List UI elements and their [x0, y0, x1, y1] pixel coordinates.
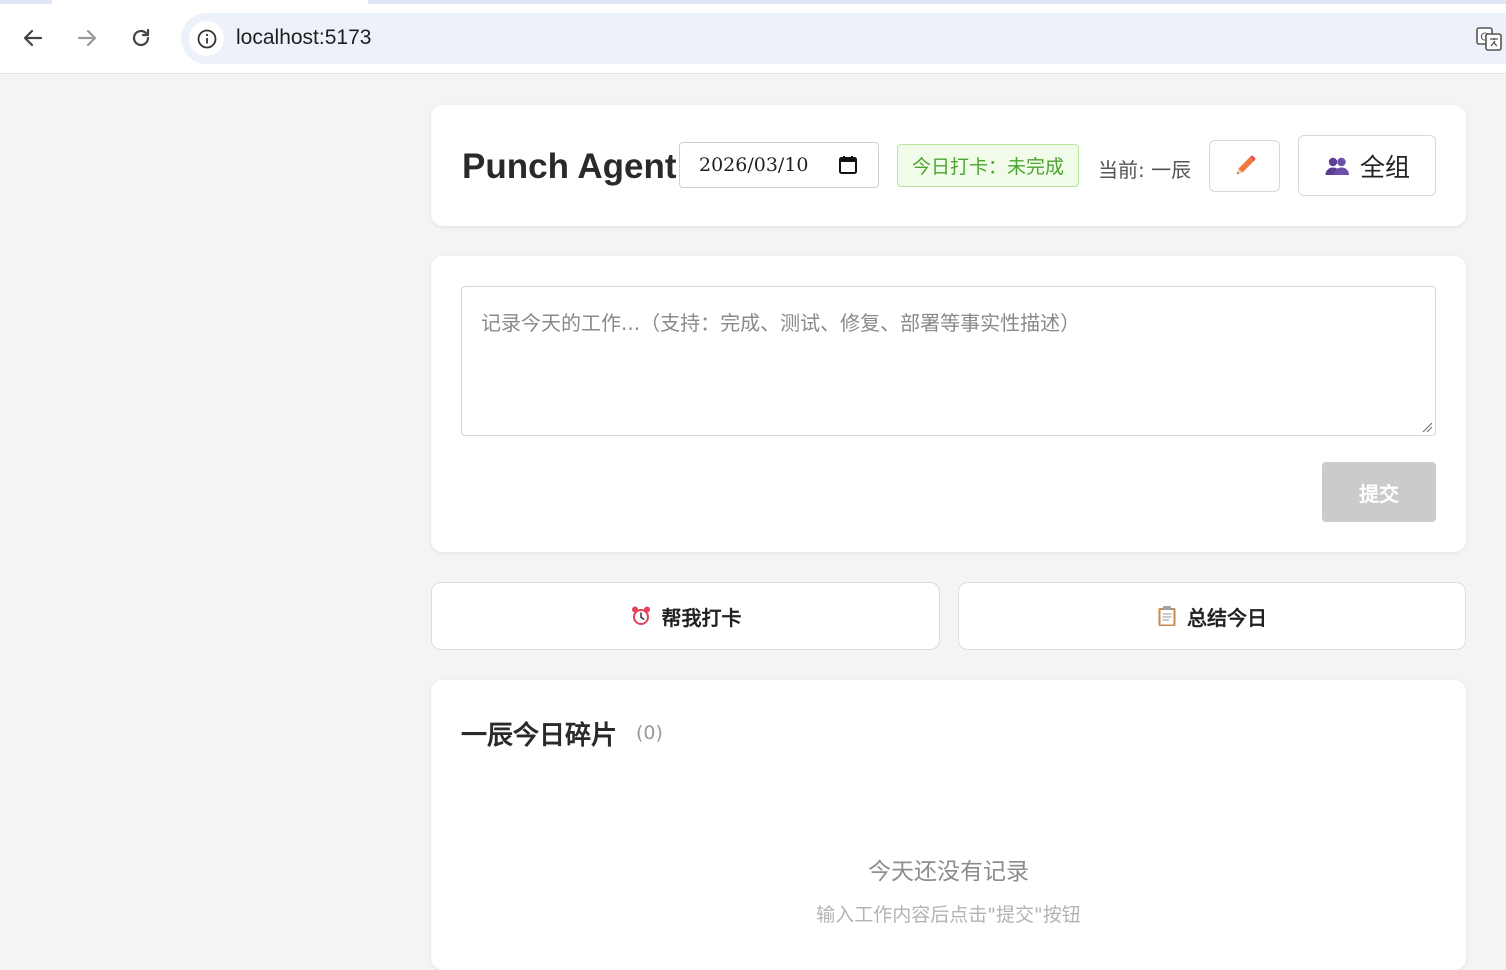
summarize-today-button[interactable]: 总结今日	[958, 582, 1466, 650]
calendar-icon[interactable]	[838, 155, 858, 175]
resize-grip-icon[interactable]	[1421, 421, 1433, 433]
work-input-card: 提交	[431, 256, 1466, 552]
submit-button[interactable]: 提交	[1322, 462, 1436, 522]
fragments-card: 一辰今日碎片 (0) 今天还没有记录 输入工作内容后点击"提交"按钮	[431, 680, 1466, 970]
fragments-title: 一辰今日碎片	[461, 721, 618, 751]
forward-button[interactable]	[71, 22, 103, 54]
reload-button[interactable]	[125, 22, 157, 54]
alarm-clock-icon	[631, 606, 650, 625]
edit-user-button[interactable]	[1209, 140, 1280, 192]
browser-toolbar: localhost:5173 G	[0, 0, 1506, 74]
empty-state-hint: 输入工作内容后点击"提交"按钮	[816, 904, 1081, 926]
translate-icon[interactable]: G	[1476, 26, 1502, 52]
work-record-textarea[interactable]	[461, 286, 1436, 436]
group-button-label: 全组	[1359, 152, 1410, 182]
date-picker[interactable]: 2026/03/10	[679, 142, 879, 188]
empty-state-title: 今天还没有记录	[868, 859, 1029, 885]
forward-arrow-icon	[77, 29, 97, 47]
punch-button-label: 帮我打卡	[661, 605, 742, 630]
current-user-label: 当前: 一辰	[1098, 158, 1192, 182]
active-tab[interactable]	[52, 0, 368, 4]
punch-for-me-button[interactable]: 帮我打卡	[431, 582, 940, 650]
people-icon	[1325, 157, 1349, 175]
clipboard-icon	[1158, 606, 1176, 626]
back-button[interactable]	[17, 22, 49, 54]
punch-status-badge: 今日打卡：未完成	[897, 144, 1079, 187]
fragments-count: (0)	[636, 722, 663, 744]
url-text[interactable]: localhost:5173	[236, 26, 371, 50]
info-icon[interactable]	[189, 21, 224, 56]
group-view-button[interactable]: 全组	[1298, 135, 1436, 196]
address-bar[interactable]: localhost:5173 G	[181, 13, 1506, 64]
summary-button-label: 总结今日	[1187, 605, 1267, 630]
app-title: Punch Agent	[462, 147, 677, 186]
date-value: 2026/03/10	[699, 154, 809, 176]
header-card: Punch Agent 2026/03/10 今日打卡：未完成 当前: 一辰 全…	[431, 105, 1466, 226]
reload-icon	[132, 28, 150, 47]
back-arrow-icon	[23, 29, 43, 47]
pencil-icon	[1236, 155, 1255, 174]
